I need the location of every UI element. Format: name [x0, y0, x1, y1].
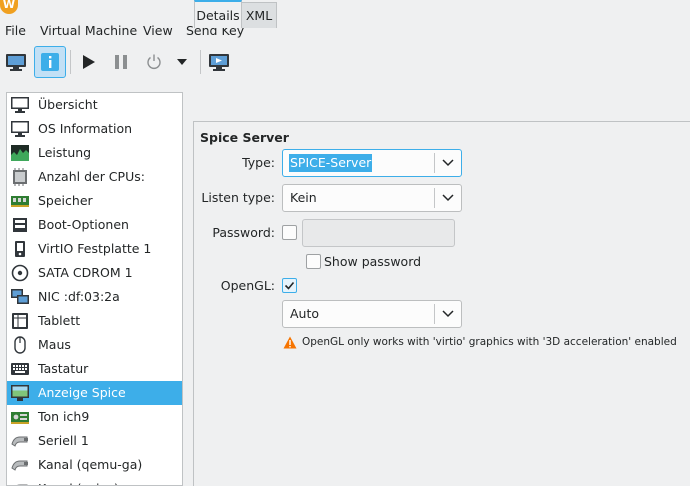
run-icon [83, 55, 95, 69]
serial-icon [11, 436, 28, 447]
monitor-icon [11, 97, 29, 113]
sidebar-item-label: Leistung [38, 145, 92, 160]
combo-separator [434, 153, 435, 173]
run-button[interactable] [72, 46, 104, 78]
channel-icon [11, 460, 28, 471]
sidebar-item-label: Tablett [38, 313, 81, 328]
listen-type-label: Listen type: [201, 190, 275, 205]
sidebar-item-tablet[interactable]: Tablett [7, 309, 182, 333]
sidebar-item-label: Kanal (spice) [38, 477, 119, 485]
sidebar-item-channel-qemu-ga[interactable]: Kanal (qemu-ga) [7, 453, 182, 477]
chevron-down-icon [442, 159, 454, 167]
title-bar: W [0, 0, 690, 18]
section-title: Spice Server [200, 130, 289, 145]
sidebar-item-label: Kanal (qemu-ga) [38, 457, 143, 472]
sidebar-item-display-spice[interactable]: Anzeige Spice [7, 381, 182, 405]
password-field[interactable] [302, 219, 455, 247]
opengl-device-value: Auto [290, 306, 320, 321]
performance-graph-icon [11, 145, 29, 161]
console-icon [6, 54, 26, 71]
sidebar-item-serial[interactable]: Seriell 1 [7, 429, 182, 453]
console-button[interactable] [0, 46, 32, 78]
sidebar-item-os-information[interactable]: OS Information [7, 117, 182, 141]
password-label: Password: [212, 225, 275, 240]
menu-file[interactable]: File [5, 22, 26, 40]
listen-type-value: Kein [290, 190, 317, 205]
fullscreen-button[interactable] [203, 46, 235, 78]
tablet-icon [12, 313, 28, 329]
type-select[interactable]: SPICE-Server [282, 149, 462, 177]
type-label: Type: [242, 155, 275, 170]
sidebar-item-mouse[interactable]: Maus [7, 333, 182, 357]
opengl-checkbox[interactable] [282, 278, 297, 293]
boot-options-icon [13, 218, 27, 232]
shutdown-menu-button[interactable] [170, 46, 194, 78]
sidebar-item-label: Maus [38, 337, 71, 352]
tab-xml[interactable]: XML [241, 2, 277, 28]
combo-separator [434, 304, 435, 324]
listen-type-select[interactable]: Kein [282, 184, 462, 212]
sidebar-item-label: Speicher [38, 193, 93, 208]
sidebar-item-label: Tastatur [38, 361, 89, 376]
combo-separator [434, 188, 435, 208]
menu-view[interactable]: View [143, 22, 173, 40]
sidebar-item-label: Seriell 1 [38, 433, 89, 448]
pause-button[interactable] [105, 46, 137, 78]
sidebar-item-overview[interactable]: Übersicht [7, 93, 182, 117]
menu-bar: File Virtual Machine View Send Key [0, 20, 690, 42]
display-icon [11, 385, 29, 401]
sound-card-icon [11, 412, 29, 424]
warning-icon [283, 336, 297, 349]
sidebar-item-label: SATA CDROM 1 [38, 265, 133, 280]
toolbar-separator [200, 50, 201, 74]
sidebar-item-label: VirtIO Festplatte 1 [38, 241, 152, 256]
checkmark-icon [284, 281, 295, 290]
sidebar-item-label: OS Information [38, 121, 133, 136]
disk-icon [15, 241, 25, 257]
channel-icon [17, 484, 28, 485]
sidebar-item-label: Anzeige Spice [38, 385, 126, 400]
sidebar-item-label: Ton ich9 [38, 409, 90, 424]
sidebar-item-label: Boot-Optionen [38, 217, 129, 232]
cpu-icon [13, 168, 27, 186]
tab-details[interactable]: Details [194, 0, 242, 28]
chevron-down-icon [442, 194, 454, 202]
network-icon [11, 289, 29, 304]
password-checkbox[interactable] [282, 225, 297, 240]
screenshot-icon [209, 54, 229, 71]
pause-icon [115, 55, 127, 69]
app-logo-icon: W [0, 0, 18, 14]
sidebar-item-label: Übersicht [38, 97, 98, 112]
shutdown-button[interactable] [138, 46, 170, 78]
monitor-icon [11, 121, 29, 137]
chevron-down-icon [442, 310, 454, 318]
details-button[interactable] [34, 46, 66, 78]
sidebar-item-label: NIC :df:03:2a [38, 289, 120, 304]
menu-virtual-machine[interactable]: Virtual Machine [40, 22, 137, 40]
show-password-checkbox[interactable] [306, 254, 321, 269]
sidebar-item-sound[interactable]: Ton ich9 [7, 405, 182, 429]
opengl-device-select[interactable]: Auto [282, 300, 462, 328]
dropdown-arrow-icon [177, 59, 187, 65]
memory-icon [11, 196, 29, 207]
cdrom-icon [11, 264, 29, 282]
type-value: SPICE-Server [289, 154, 373, 172]
sidebar-item-keyboard[interactable]: Tastatur [7, 357, 182, 381]
keyboard-icon [11, 363, 29, 375]
info-icon [41, 53, 59, 71]
opengl-warning-text: OpenGL only works with 'virtio' graphics… [302, 336, 677, 348]
sidebar-item-channel-spice[interactable]: Kanal (spice) [7, 477, 182, 485]
toolbar-separator [70, 50, 71, 74]
opengl-label: OpenGL: [220, 278, 275, 293]
power-icon [147, 54, 161, 69]
toolbar [0, 44, 690, 82]
sidebar-item-label: Anzahl der CPUs: [38, 169, 145, 184]
show-password-label: Show password [324, 254, 422, 269]
mouse-icon [14, 336, 26, 354]
